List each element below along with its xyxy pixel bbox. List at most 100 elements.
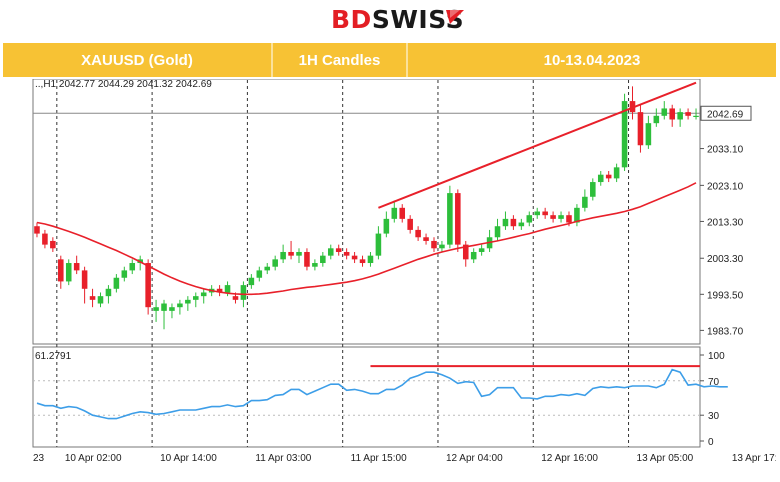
current-price-label: 2042.69 bbox=[707, 109, 744, 120]
timeframe-label: 1H Candles bbox=[298, 51, 381, 69]
moving-average-line bbox=[36, 182, 697, 296]
candle-body bbox=[50, 240, 56, 249]
candle-body bbox=[494, 226, 501, 238]
candle-body bbox=[677, 112, 683, 120]
rsi-axis-label: 100 bbox=[708, 351, 725, 362]
candle-body bbox=[423, 237, 429, 241]
candle-body bbox=[256, 270, 263, 278]
candle-body bbox=[542, 211, 548, 216]
candle-body bbox=[550, 215, 556, 219]
candle-body bbox=[359, 259, 366, 264]
candle-body bbox=[470, 251, 477, 260]
rsi-axis-label: 0 bbox=[708, 437, 714, 448]
candle-body bbox=[566, 215, 572, 223]
candle-body bbox=[185, 299, 191, 304]
candle-body bbox=[312, 263, 318, 267]
candle-body bbox=[391, 207, 398, 219]
candle-body bbox=[296, 251, 302, 256]
chart-area: 23 10 Apr 02:00 10 Apr 14:00 11 Apr 03:00 11… bbox=[3, 78, 780, 477]
candle-body bbox=[153, 307, 159, 311]
candle-body bbox=[518, 222, 525, 227]
candle-body bbox=[224, 285, 231, 293]
candle-body bbox=[439, 244, 445, 249]
candle-body bbox=[431, 240, 437, 249]
candle-body bbox=[304, 251, 310, 267]
candle-body bbox=[58, 259, 64, 282]
price-axis-label: 2013.30 bbox=[707, 217, 744, 228]
candle-body bbox=[383, 218, 390, 234]
candle-body bbox=[200, 292, 207, 297]
instrument-label: XAUUSD (Gold) bbox=[81, 51, 193, 69]
candle-body bbox=[558, 215, 564, 219]
candle-body bbox=[89, 296, 96, 300]
candle-body bbox=[65, 263, 72, 282]
arrow-chevron-icon bbox=[446, 10, 464, 24]
candle-body bbox=[669, 108, 675, 120]
candle-body bbox=[637, 112, 644, 146]
candle-body bbox=[351, 255, 358, 260]
candle-body bbox=[335, 248, 342, 252]
price-panel-frame bbox=[32, 78, 701, 345]
price-panel-title: ..,H1 2042.77 2044.29 2041.32 2042.69 bbox=[35, 79, 212, 90]
time-tick-label: 12 Apr 04:00 bbox=[446, 453, 503, 464]
candle-body bbox=[693, 115, 699, 118]
candle-body bbox=[327, 248, 334, 256]
candle-body bbox=[455, 193, 461, 245]
candle-body bbox=[661, 108, 668, 116]
candle-body bbox=[590, 182, 596, 197]
candle-body bbox=[502, 218, 509, 227]
candle-body bbox=[605, 174, 612, 179]
rsi-panel-title: 61.2791 bbox=[35, 351, 72, 362]
candle-body bbox=[343, 251, 350, 256]
candle-body bbox=[320, 255, 326, 264]
candle-body bbox=[161, 303, 167, 311]
candle-body bbox=[42, 233, 48, 245]
date-range-label: 10-13.04.2023 bbox=[543, 51, 641, 69]
time-tick-label: 11 Apr 03:00 bbox=[255, 453, 311, 464]
time-tick-label: 12 Apr 16:00 bbox=[541, 453, 598, 464]
candle-body bbox=[105, 288, 112, 297]
candle-body bbox=[288, 251, 294, 256]
rsi-axis-label: 30 bbox=[708, 411, 720, 422]
candle-body bbox=[613, 167, 620, 179]
candle-body bbox=[510, 218, 517, 227]
candle-body bbox=[169, 307, 175, 311]
time-tick-label: 23 bbox=[33, 453, 45, 464]
candle-body bbox=[582, 196, 588, 208]
price-axis-label: 1983.70 bbox=[707, 326, 744, 337]
candle-body bbox=[129, 263, 136, 271]
candle-body bbox=[447, 193, 453, 245]
candle-body bbox=[264, 266, 271, 271]
candle-body bbox=[193, 296, 199, 300]
candle-body bbox=[280, 251, 286, 260]
candle-body bbox=[367, 255, 374, 264]
candle-body bbox=[375, 233, 382, 256]
candle-body bbox=[97, 296, 104, 304]
brand-name-part1: BD bbox=[331, 5, 372, 34]
brand-wordmark: BDSWISS bbox=[331, 5, 464, 34]
candle-body bbox=[232, 296, 239, 300]
price-axis-label: 2003.30 bbox=[707, 254, 744, 265]
brand-logo: BDSWISS bbox=[0, 0, 780, 40]
candle-body bbox=[177, 303, 183, 308]
rsi-line bbox=[36, 368, 728, 420]
candle-body bbox=[399, 207, 406, 219]
candle-body bbox=[145, 263, 151, 308]
price-axis-label: 2033.10 bbox=[707, 145, 744, 156]
candle-body bbox=[597, 174, 604, 183]
candle-body bbox=[121, 270, 128, 278]
candle-body bbox=[526, 215, 533, 223]
candle-body bbox=[478, 248, 485, 252]
candle-body bbox=[113, 277, 120, 289]
candle-body bbox=[645, 123, 652, 146]
price-axis-label: 2023.10 bbox=[707, 181, 744, 192]
price-chart-svg: 23 10 Apr 02:00 10 Apr 14:00 11 Apr 03:00 11… bbox=[32, 78, 780, 464]
price-axis-label: 1993.50 bbox=[707, 290, 744, 301]
candle-body bbox=[81, 270, 88, 289]
time-tick-label: 13 Apr 17:00 bbox=[732, 453, 776, 464]
candle-body bbox=[653, 115, 660, 124]
candle-body bbox=[73, 263, 80, 271]
candle-body bbox=[407, 218, 413, 230]
chart-header-bar: XAUUSD (Gold) 1H Candles 10-13.04.2023 bbox=[3, 43, 776, 77]
time-tick-label: 10 Apr 14:00 bbox=[160, 453, 217, 464]
